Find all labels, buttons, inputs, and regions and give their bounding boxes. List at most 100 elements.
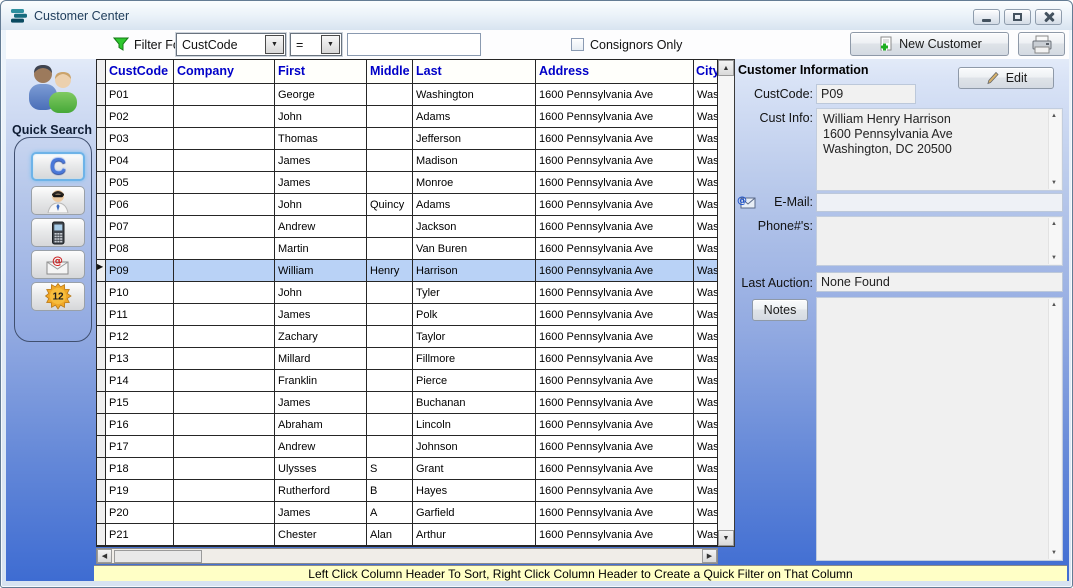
cell-custcode[interactable]: P21 bbox=[106, 524, 174, 546]
filter-value-input[interactable] bbox=[347, 33, 481, 56]
cell-company[interactable] bbox=[174, 326, 275, 348]
cell-custcode[interactable]: P02 bbox=[106, 106, 174, 128]
email-field[interactable] bbox=[816, 193, 1063, 212]
table-row[interactable]: P06 John Quincy Adams 1600 Pennsylvania … bbox=[97, 194, 717, 216]
cell-last[interactable]: Johnson bbox=[413, 436, 536, 458]
cell-first[interactable]: Thomas bbox=[275, 128, 367, 150]
cell-first[interactable]: James bbox=[275, 392, 367, 414]
cell-last[interactable]: Van Buren bbox=[413, 238, 536, 260]
header-middle[interactable]: Middle bbox=[367, 60, 413, 84]
header-last[interactable]: Last bbox=[413, 60, 536, 84]
cell-custcode[interactable]: P12 bbox=[106, 326, 174, 348]
cell-custcode[interactable]: P13 bbox=[106, 348, 174, 370]
edit-button[interactable]: Edit bbox=[958, 67, 1054, 89]
cell-address[interactable]: 1600 Pennsylvania Ave bbox=[536, 150, 694, 172]
cell-custcode[interactable]: P05 bbox=[106, 172, 174, 194]
scroll-up-icon[interactable]: ▲ bbox=[1051, 113, 1057, 119]
notes-button[interactable]: Notes bbox=[752, 299, 808, 321]
cell-address[interactable]: 1600 Pennsylvania Ave bbox=[536, 502, 694, 524]
cell-last[interactable]: Harrison bbox=[413, 260, 536, 282]
cell-first[interactable]: John bbox=[275, 106, 367, 128]
table-row[interactable]: P04 James Madison 1600 Pennsylvania Ave … bbox=[97, 150, 717, 172]
cell-middle[interactable] bbox=[367, 414, 413, 436]
cell-middle[interactable] bbox=[367, 392, 413, 414]
header-custcode[interactable]: CustCode bbox=[106, 60, 174, 84]
cell-first[interactable]: Martin bbox=[275, 238, 367, 260]
cell-custcode[interactable]: P17 bbox=[106, 436, 174, 458]
table-row[interactable]: P20 James A Garfield 1600 Pennsylvania A… bbox=[97, 502, 717, 524]
quick-search-name-button[interactable] bbox=[31, 186, 85, 215]
cell-custcode[interactable]: P15 bbox=[106, 392, 174, 414]
cell-company[interactable] bbox=[174, 370, 275, 392]
consignors-only-checkbox[interactable] bbox=[571, 38, 584, 51]
cell-company[interactable] bbox=[174, 282, 275, 304]
scroll-left-icon[interactable]: ◀ bbox=[97, 549, 112, 563]
cell-address[interactable]: 1600 Pennsylvania Ave bbox=[536, 326, 694, 348]
cell-middle[interactable] bbox=[367, 282, 413, 304]
cell-company[interactable] bbox=[174, 304, 275, 326]
cell-middle[interactable]: B bbox=[367, 480, 413, 502]
table-row[interactable]: P19 Rutherford B Hayes 1600 Pennsylvania… bbox=[97, 480, 717, 502]
cell-address[interactable]: 1600 Pennsylvania Ave bbox=[536, 84, 694, 106]
cell-middle[interactable] bbox=[367, 326, 413, 348]
table-row[interactable]: P11 James Polk 1600 Pennsylvania Ave Was… bbox=[97, 304, 717, 326]
cell-city[interactable]: Washington bbox=[694, 480, 717, 502]
cell-address[interactable]: 1600 Pennsylvania Ave bbox=[536, 348, 694, 370]
maximize-button[interactable] bbox=[1004, 9, 1031, 25]
cell-address[interactable]: 1600 Pennsylvania Ave bbox=[536, 172, 694, 194]
cell-first[interactable]: John bbox=[275, 194, 367, 216]
cell-city[interactable]: Washington bbox=[694, 370, 717, 392]
quick-search-auction-button[interactable]: 12 bbox=[31, 282, 85, 311]
scroll-down-icon[interactable]: ▼ bbox=[1051, 180, 1057, 186]
cell-last[interactable]: Jefferson bbox=[413, 128, 536, 150]
cell-company[interactable] bbox=[174, 150, 275, 172]
minimize-button[interactable] bbox=[973, 9, 1000, 25]
table-row[interactable]: P17 Andrew Johnson 1600 Pennsylvania Ave… bbox=[97, 436, 717, 458]
phones-scrollbar[interactable]: ▲ ▼ bbox=[1048, 218, 1061, 264]
cell-middle[interactable] bbox=[367, 128, 413, 150]
cell-last[interactable]: Jackson bbox=[413, 216, 536, 238]
new-customer-button[interactable]: New Customer bbox=[850, 32, 1009, 56]
cell-custcode[interactable]: P20 bbox=[106, 502, 174, 524]
cell-last[interactable]: Buchanan bbox=[413, 392, 536, 414]
cell-city[interactable]: Washington bbox=[694, 172, 717, 194]
chevron-down-icon[interactable]: ▼ bbox=[265, 35, 284, 54]
cust-info-area[interactable]: William Henry Harrison 1600 Pennsylvania… bbox=[816, 108, 1063, 191]
cell-last[interactable]: Monroe bbox=[413, 172, 536, 194]
phones-area[interactable]: ▲ ▼ bbox=[816, 216, 1063, 266]
cell-last[interactable]: Grant bbox=[413, 458, 536, 480]
cell-middle[interactable] bbox=[367, 370, 413, 392]
cell-city[interactable]: Washington bbox=[694, 436, 717, 458]
cell-first[interactable]: James bbox=[275, 304, 367, 326]
cell-custcode[interactable]: P07 bbox=[106, 216, 174, 238]
header-company[interactable]: Company bbox=[174, 60, 275, 84]
cell-first[interactable]: James bbox=[275, 172, 367, 194]
cell-city[interactable]: Washington bbox=[694, 304, 717, 326]
table-vertical-scrollbar[interactable]: ▲ ▼ bbox=[718, 59, 735, 547]
cell-first[interactable]: Ulysses bbox=[275, 458, 367, 480]
cell-last[interactable]: Adams bbox=[413, 106, 536, 128]
cell-middle[interactable] bbox=[367, 436, 413, 458]
table-row[interactable]: ▶ P09 William Henry Harrison 1600 Pennsy… bbox=[97, 260, 717, 282]
cell-middle[interactable]: Henry bbox=[367, 260, 413, 282]
cell-address[interactable]: 1600 Pennsylvania Ave bbox=[536, 106, 694, 128]
cell-first[interactable]: Millard bbox=[275, 348, 367, 370]
table-row[interactable]: P05 James Monroe 1600 Pennsylvania Ave W… bbox=[97, 172, 717, 194]
notes-scrollbar[interactable]: ▲ ▼ bbox=[1048, 299, 1061, 559]
quick-search-phone-button[interactable] bbox=[31, 218, 85, 247]
table-row[interactable]: P08 Martin Van Buren 1600 Pennsylvania A… bbox=[97, 238, 717, 260]
cell-city[interactable]: Washington bbox=[694, 348, 717, 370]
cell-first[interactable]: George bbox=[275, 84, 367, 106]
horizontal-scroll-thumb[interactable] bbox=[114, 550, 202, 563]
cell-custcode[interactable]: P06 bbox=[106, 194, 174, 216]
cell-custcode[interactable]: P01 bbox=[106, 84, 174, 106]
scroll-down-icon[interactable]: ▼ bbox=[718, 530, 734, 546]
cell-address[interactable]: 1600 Pennsylvania Ave bbox=[536, 304, 694, 326]
cell-last[interactable]: Arthur bbox=[413, 524, 536, 546]
scroll-up-icon[interactable]: ▲ bbox=[1051, 302, 1057, 308]
header-first[interactable]: First bbox=[275, 60, 367, 84]
cell-first[interactable]: William bbox=[275, 260, 367, 282]
cell-company[interactable] bbox=[174, 348, 275, 370]
cell-address[interactable]: 1600 Pennsylvania Ave bbox=[536, 128, 694, 150]
cell-custcode[interactable]: P18 bbox=[106, 458, 174, 480]
